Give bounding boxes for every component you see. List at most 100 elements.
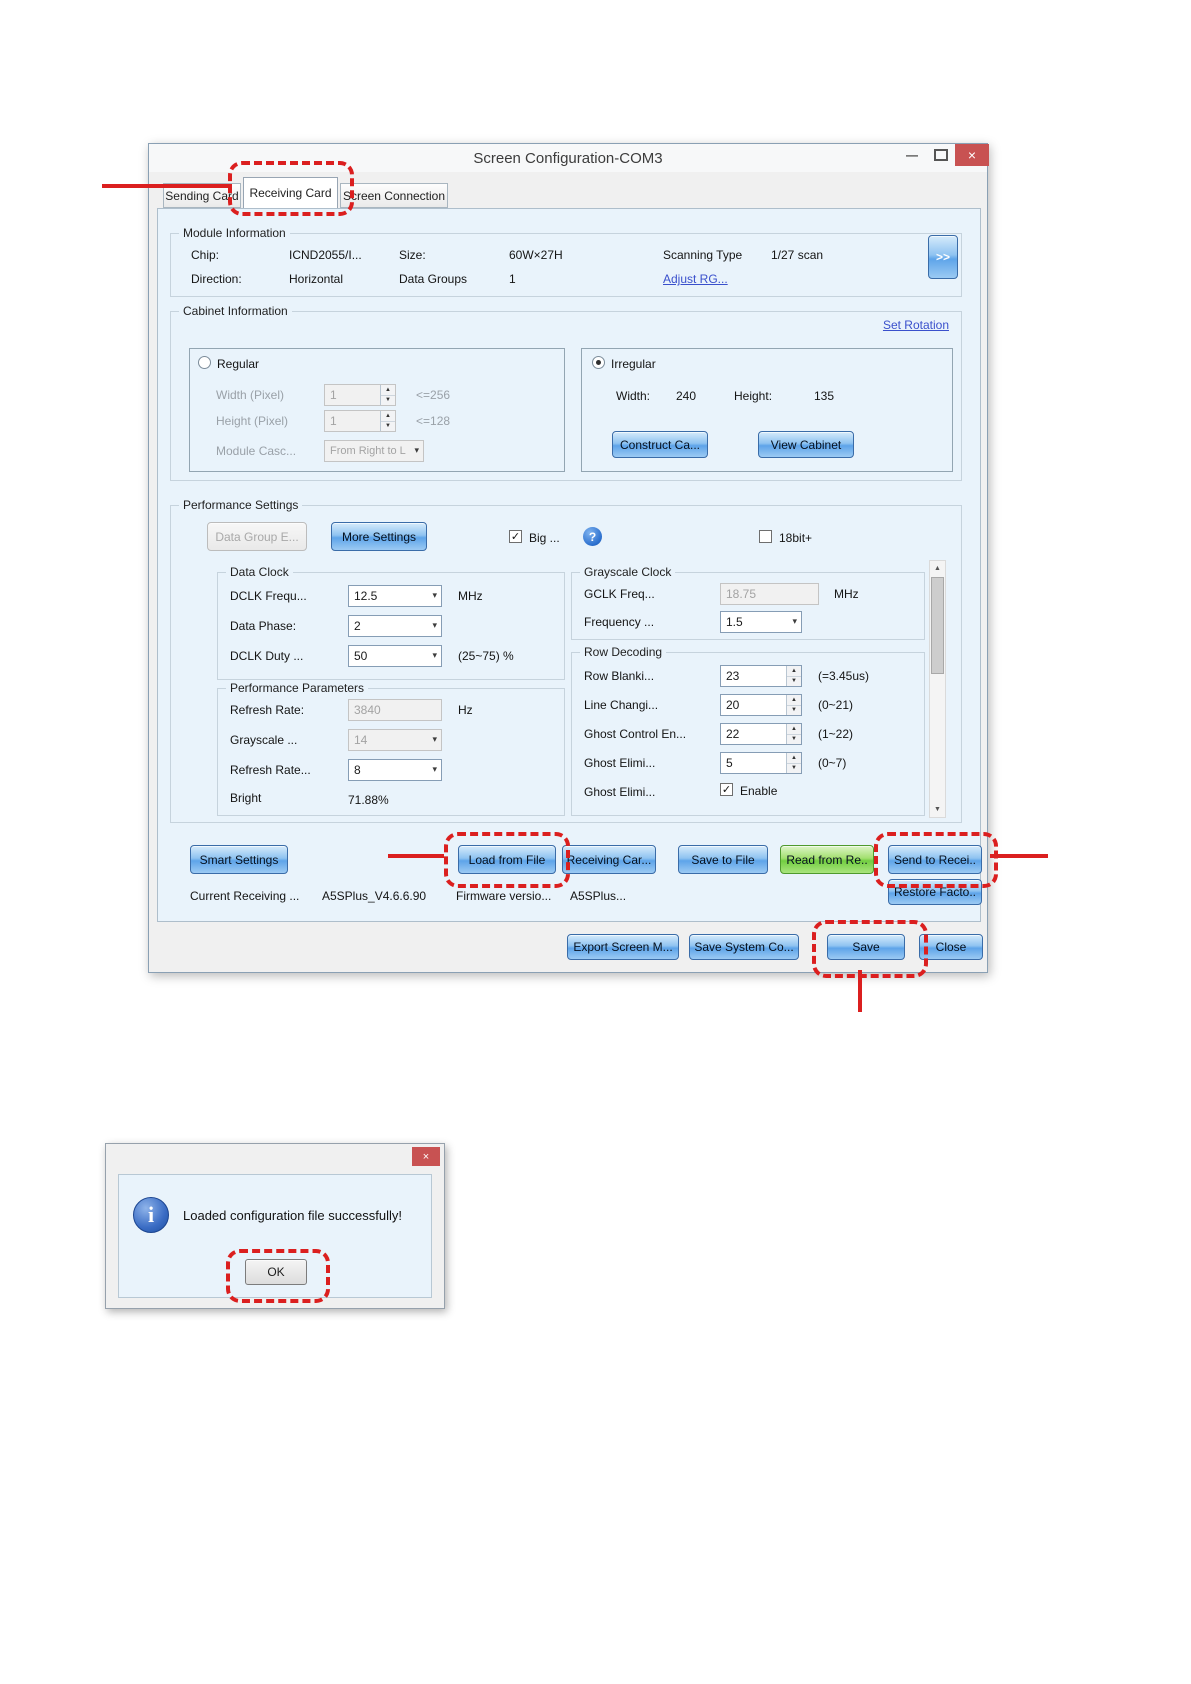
spin-up-icon[interactable]: ▲	[787, 724, 801, 735]
maximize-button[interactable]	[928, 144, 954, 166]
cabinet-width-spin-buttons[interactable]: ▲▼	[380, 385, 395, 405]
grayscale-value: 14	[354, 733, 367, 747]
tab-screen-connection[interactable]: Screen Connection	[340, 183, 448, 208]
receiving-card-panel: Module Information Chip: ICND2055/I... S…	[157, 208, 981, 922]
gclk-frequency-unit: MHz	[834, 587, 859, 601]
data-groups-value: 1	[509, 272, 516, 286]
line-changing-hint: (0~21)	[818, 698, 853, 712]
construct-cabinet-button[interactable]: Construct Ca...	[612, 431, 708, 458]
performance-scrollbar[interactable]: ▲ ▼	[929, 560, 946, 818]
data-clock-title: Data Clock	[226, 565, 293, 579]
performance-parameters-group: Performance Parameters Refresh Rate: 384…	[217, 688, 565, 816]
dclk-duty-dropdown[interactable]: 50 ▾	[348, 645, 442, 667]
scanning-type-value: 1/27 scan	[771, 248, 823, 262]
line-changing-spin-buttons[interactable]: ▲▼	[786, 695, 801, 715]
set-rotation-link[interactable]: Set Rotation	[883, 318, 949, 332]
spin-up-icon[interactable]: ▲	[787, 695, 801, 706]
size-value: 60W×27H	[509, 248, 563, 262]
spin-up-icon[interactable]: ▲	[787, 753, 801, 764]
performance-settings-group: Performance Settings Data Group E... Mor…	[170, 505, 962, 823]
annotation-receiving-card-line	[102, 184, 232, 188]
spin-down-icon[interactable]: ▼	[787, 735, 801, 745]
current-receiving-label: Current Receiving ...	[190, 889, 299, 903]
ghost-elimination-spin-buttons[interactable]: ▲▼	[786, 753, 801, 773]
dclk-frequency-dropdown[interactable]: 12.5 ▾	[348, 585, 442, 607]
refresh-rate2-dropdown[interactable]: 8 ▾	[348, 759, 442, 781]
help-glyph: ?	[589, 530, 596, 544]
scrollbar-thumb[interactable]	[931, 577, 944, 674]
receiving-card-button[interactable]: Receiving Car...	[562, 845, 656, 874]
firmware-version-label: Firmware versio...	[456, 889, 551, 903]
dialog-message: Loaded configuration file successfully!	[183, 1208, 402, 1223]
spin-down-icon[interactable]: ▼	[787, 706, 801, 716]
scanning-type-label: Scanning Type	[663, 248, 742, 262]
export-screen-button[interactable]: Export Screen M...	[567, 934, 679, 960]
irregular-radio[interactable]	[592, 356, 605, 369]
18bit-checkbox[interactable]	[759, 530, 772, 543]
gclk-frequency-value: 18.75	[726, 587, 756, 601]
scroll-down-icon[interactable]: ▼	[930, 802, 945, 817]
spin-down-icon[interactable]: ▼	[381, 422, 395, 432]
big-checkbox[interactable]: ✓	[509, 530, 522, 543]
data-clock-group: Data Clock DCLK Frequ... 12.5 ▾ MHz Data…	[217, 572, 565, 680]
cabinet-height-label: Height (Pixel)	[216, 414, 288, 428]
ghost-control-spin-buttons[interactable]: ▲▼	[786, 724, 801, 744]
data-phase-dropdown[interactable]: 2 ▾	[348, 615, 442, 637]
smart-settings-button[interactable]: Smart Settings	[190, 845, 288, 874]
cabinet-width-spinner[interactable]: 1 ▲▼	[324, 384, 396, 406]
radio-dot	[596, 360, 601, 365]
module-cascade-dropdown[interactable]: From Right to L ▾	[324, 440, 424, 462]
adjust-rg-link[interactable]: Adjust RG...	[663, 272, 728, 286]
minimize-button[interactable]: —	[899, 144, 925, 166]
row-blanking-spinner[interactable]: 23 ▲▼	[720, 665, 802, 687]
cabinet-height-spinner[interactable]: 1 ▲▼	[324, 410, 396, 432]
spin-up-icon[interactable]: ▲	[381, 385, 395, 396]
view-cabinet-button[interactable]: View Cabinet	[758, 431, 854, 458]
spin-down-icon[interactable]: ▼	[787, 764, 801, 774]
performance-parameters-title: Performance Parameters	[226, 681, 368, 695]
cabinet-width-label: Width (Pixel)	[216, 388, 284, 402]
size-label: Size:	[399, 248, 426, 262]
view-cabinet-label: View Cabinet	[771, 438, 842, 452]
gclk-frequency-field: 18.75	[720, 583, 819, 605]
spin-up-icon[interactable]: ▲	[381, 411, 395, 422]
cabinet-height-spin-buttons[interactable]: ▲▼	[380, 411, 395, 431]
annotation-save-rect	[812, 920, 928, 978]
grayscale-clock-title: Grayscale Clock	[580, 565, 675, 579]
gclk-multiplier-dropdown[interactable]: 1.5 ▾	[720, 611, 802, 633]
data-group-exchange-label: Data Group E...	[215, 530, 298, 544]
regular-radio[interactable]	[198, 356, 211, 369]
spin-down-icon[interactable]: ▼	[381, 396, 395, 406]
ghost-control-spinner[interactable]: 22 ▲▼	[720, 723, 802, 745]
read-from-receiving-button[interactable]: Read from Re..	[780, 845, 874, 874]
line-changing-spinner[interactable]: 20 ▲▼	[720, 694, 802, 716]
enable-checkbox[interactable]: ✓	[720, 783, 733, 796]
chevron-down-icon: ▾	[432, 734, 437, 745]
expand-button[interactable]: >>	[928, 235, 958, 279]
refresh-rate-value: 3840	[354, 703, 381, 717]
dclk-frequency-label: DCLK Frequ...	[230, 589, 307, 603]
save-to-file-label: Save to File	[691, 853, 754, 867]
spin-down-icon[interactable]: ▼	[787, 677, 801, 687]
ghost-elimination-spinner[interactable]: 5 ▲▼	[720, 752, 802, 774]
dialog-close-button[interactable]: ×	[412, 1147, 440, 1166]
check-icon: ✓	[722, 783, 731, 796]
row-blanking-spin-buttons[interactable]: ▲▼	[786, 666, 801, 686]
save-system-button[interactable]: Save System Co...	[689, 934, 799, 960]
close-button[interactable]: ×	[955, 144, 989, 166]
more-settings-button[interactable]: More Settings	[331, 522, 427, 551]
gclk-multiplier-value: 1.5	[726, 615, 743, 629]
read-from-receiving-label: Read from Re..	[786, 853, 867, 867]
dclk-frequency-unit: MHz	[458, 589, 483, 603]
chevron-down-icon: ▾	[432, 764, 437, 775]
grayscale-label: Grayscale ...	[230, 733, 297, 747]
minimize-icon: —	[906, 148, 918, 162]
scroll-up-icon[interactable]: ▲	[930, 561, 945, 576]
refresh-rate2-value: 8	[354, 763, 361, 777]
close-dialog-button[interactable]: Close	[919, 934, 983, 960]
row-decoding-title: Row Decoding	[580, 645, 666, 659]
spin-up-icon[interactable]: ▲	[787, 666, 801, 677]
cabinet-height-value: 1	[330, 414, 337, 428]
help-icon[interactable]: ?	[583, 527, 602, 546]
save-to-file-button[interactable]: Save to File	[678, 845, 768, 874]
